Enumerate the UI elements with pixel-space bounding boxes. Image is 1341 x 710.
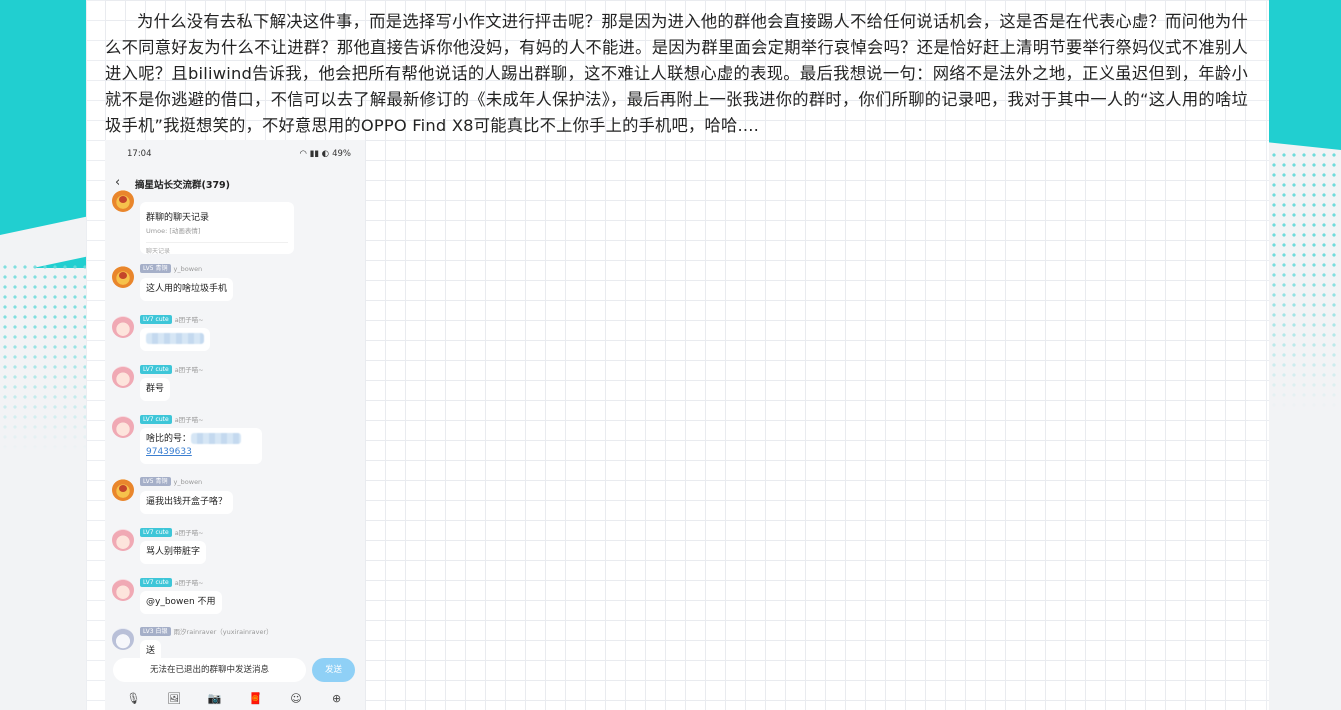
sender-name: 雨汐rainraver（yuxirainraver） xyxy=(173,628,273,636)
red-packet-icon[interactable]: 🧧 xyxy=(247,692,263,705)
status-indicators: ◠ ▮▮ ◐ 49% xyxy=(300,149,352,159)
chat-toolbar: 🎙 🖼 📷 🧧 ☺ ⊕ xyxy=(105,687,365,710)
record-footer: 聊天记录 xyxy=(146,242,288,255)
sender-meta: LV5 青铜 y_bowen xyxy=(140,264,202,273)
article-body: 为什么没有去私下解决这件事，而是选择写小作文进行抨击呢？那是因为进入他的群他会直… xyxy=(105,0,1248,710)
status-time: 17:04 xyxy=(127,149,152,159)
message-bubble: @y_bowen 不用 xyxy=(140,591,222,614)
message-bubble: 啥比的号： 97439633 xyxy=(140,428,262,464)
sender-meta: LV7 cute a团子喵~ xyxy=(140,414,204,424)
avatar xyxy=(112,190,134,212)
record-title: 群聊的聊天记录 xyxy=(146,213,210,223)
sender-meta: LV7 cute a团子喵~ xyxy=(140,527,204,537)
sender-name: a团子喵~ xyxy=(174,416,204,424)
avatar[interactable] xyxy=(112,316,134,338)
message-bubble xyxy=(140,328,210,351)
group-title: 摘星站长交流群(379) xyxy=(135,180,231,191)
plus-icon[interactable]: ⊕ xyxy=(329,692,345,705)
background-accent-left xyxy=(0,0,86,268)
group-number-link[interactable]: 97439633 xyxy=(146,447,192,457)
background-dots-right xyxy=(1269,150,1341,410)
avatar[interactable] xyxy=(112,266,134,288)
mic-icon[interactable]: 🎙 xyxy=(125,692,141,705)
back-arrow-icon[interactable]: ‹ xyxy=(115,175,120,190)
avatar[interactable] xyxy=(112,628,134,650)
sender-name: a团子喵~ xyxy=(174,366,204,374)
emoji-icon[interactable]: ☺ xyxy=(288,692,304,705)
sender-meta: LV5 青铜 y_bowen xyxy=(140,477,202,486)
sender-meta: LV7 cute a团子喵~ xyxy=(140,364,204,374)
sender-meta: LV7 cute a团子喵~ xyxy=(140,314,204,324)
avatar[interactable] xyxy=(112,579,134,601)
chat-input-bar: 无法在已退出的群聊中发送消息 发送 xyxy=(105,656,365,686)
sender-name: a团子喵~ xyxy=(174,316,204,324)
sender-name: a团子喵~ xyxy=(174,579,204,587)
camera-icon[interactable]: 📷 xyxy=(207,692,223,705)
forwarded-chat-record[interactable]: 群聊的聊天记录 Umoe: [动画表情] 聊天记录 xyxy=(140,202,294,255)
battery-level: 49% xyxy=(332,149,351,159)
record-subtitle: Umoe: [动画表情] xyxy=(146,227,201,235)
redacted-content xyxy=(146,333,204,344)
article-paragraph: 为什么没有去私下解决这件事，而是选择写小作文进行抨击呢？那是因为进入他的群他会直… xyxy=(105,12,1248,135)
signal-icons: ◠ ▮▮ ◐ xyxy=(299,149,330,159)
status-bar: 17:04 ◠ ▮▮ ◐ 49% xyxy=(105,140,365,166)
message-bubble: 逼我出钱开盒子咯？ xyxy=(140,491,234,514)
message-bubble: 骂人别带脏字 xyxy=(140,541,207,564)
message-bubble: 群号 xyxy=(140,378,171,401)
background-dots-left xyxy=(0,262,86,452)
sender-name: a团子喵~ xyxy=(174,529,204,537)
avatar[interactable] xyxy=(112,479,134,501)
avatar[interactable] xyxy=(112,416,134,438)
avatar[interactable] xyxy=(112,366,134,388)
message-bubble: 这人用的啥垃圾手机 xyxy=(140,278,234,301)
chat-header: ‹ 摘星站长交流群(379) xyxy=(105,170,365,196)
avatar[interactable] xyxy=(112,529,134,551)
sender-meta: LV3 白银 雨汐rainraver（yuxirainraver） xyxy=(140,626,273,636)
message-input[interactable]: 无法在已退出的群聊中发送消息 xyxy=(113,658,306,682)
chat-screenshot: 17:04 ◠ ▮▮ ◐ 49% ‹ 摘星站长交流群(379) 群聊的聊天记录 … xyxy=(105,140,365,710)
image-icon[interactable]: 🖼 xyxy=(166,692,182,705)
article-card: 为什么没有去私下解决这件事，而是选择写小作文进行抨击呢？那是因为进入他的群他会直… xyxy=(86,0,1269,710)
sender-meta: LV7 cute a团子喵~ xyxy=(140,577,204,587)
sender-name: y_bowen xyxy=(173,477,203,486)
sender-name: y_bowen xyxy=(173,264,203,273)
send-button[interactable]: 发送 xyxy=(312,658,355,682)
background-accent-right xyxy=(1269,0,1341,160)
